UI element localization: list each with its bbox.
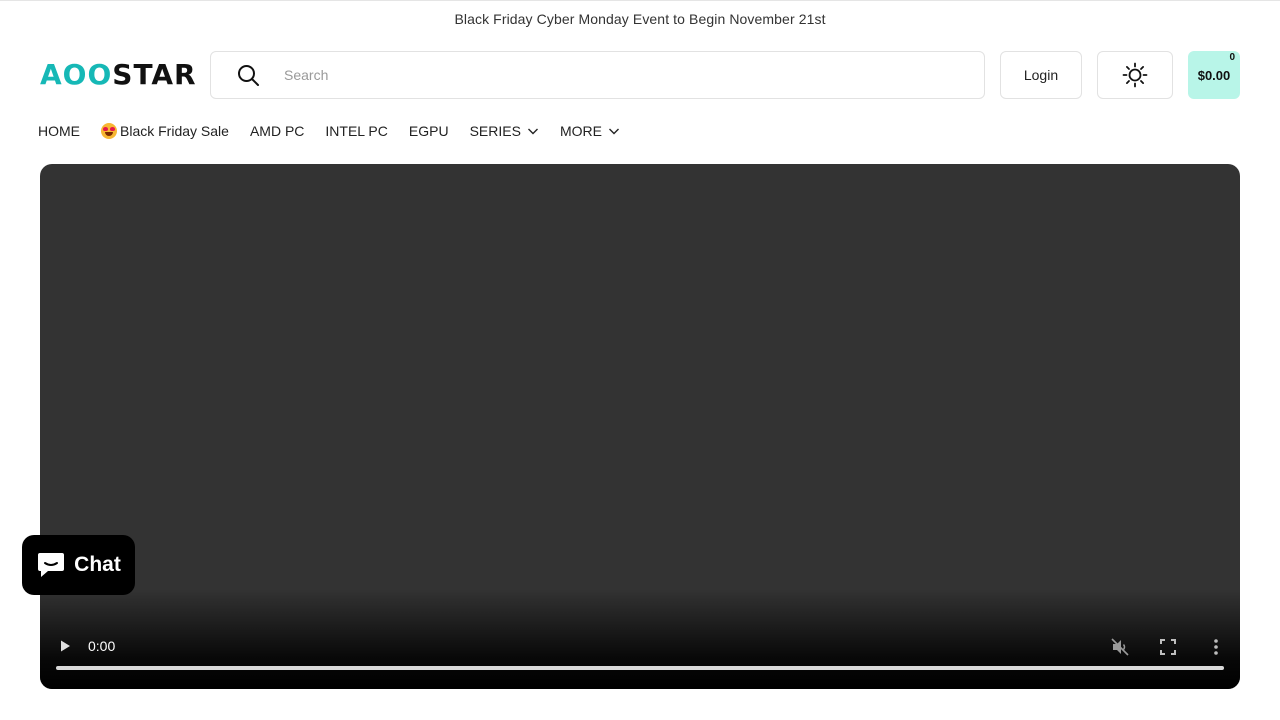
video-progress-bar[interactable]: [56, 666, 1224, 670]
cart-button[interactable]: $0.00 0: [1188, 51, 1240, 99]
cart-total: $0.00: [1197, 67, 1231, 83]
more-vert-icon[interactable]: [1208, 637, 1224, 657]
chat-button[interactable]: Chat: [22, 535, 135, 595]
nav-label: INTEL PC: [325, 123, 388, 139]
login-label: Login: [1023, 67, 1059, 83]
chevron-down-icon: [608, 128, 619, 135]
nav-label: HOME: [38, 123, 80, 139]
chevron-down-icon: [527, 128, 538, 135]
chat-bubble-icon: [38, 553, 65, 577]
nav-item-home[interactable]: HOME: [38, 123, 80, 139]
chat-label: Chat: [74, 553, 121, 576]
hero-video-player[interactable]: 0:00: [40, 164, 1240, 689]
sun-icon: [1122, 62, 1148, 88]
star-eyes-emoji-icon: [101, 123, 117, 139]
nav-label: EGPU: [408, 123, 449, 139]
nav-label: SERIES: [469, 123, 521, 139]
logo-part-dark: STAR: [112, 58, 197, 91]
fullscreen-icon[interactable]: [1159, 638, 1177, 656]
logo[interactable]: AOOSTAR: [40, 60, 197, 90]
logo-part-teal: AOO: [40, 58, 113, 91]
video-time: 0:00: [88, 638, 116, 654]
announcement-bar: Black Friday Cyber Monday Event to Begin…: [0, 0, 1280, 36]
main-nav: HOME Black Friday Sale AMD PC INTEL PC E…: [38, 114, 641, 148]
login-button[interactable]: Login: [1000, 51, 1082, 99]
announcement-text: Black Friday Cyber Monday Event to Begin…: [454, 10, 826, 27]
nav-item-series[interactable]: SERIES: [470, 123, 539, 139]
nav-item-intel-pc[interactable]: INTEL PC: [325, 123, 388, 139]
video-controls: 0:00: [40, 629, 1240, 689]
search-input[interactable]: [284, 67, 944, 83]
mute-icon[interactable]: [1110, 637, 1130, 657]
nav-label: AMD PC: [249, 123, 305, 139]
nav-label: MORE: [559, 123, 602, 139]
nav-item-egpu[interactable]: EGPU: [409, 123, 449, 139]
cart-count-badge: 0: [1229, 52, 1235, 63]
play-icon[interactable]: [58, 639, 72, 653]
search-icon: [238, 65, 259, 86]
header: AOOSTAR Login $0.00 0: [0, 36, 1280, 114]
nav-item-more[interactable]: MORE: [560, 123, 620, 139]
theme-toggle-button[interactable]: [1097, 51, 1173, 99]
nav-item-amd-pc[interactable]: AMD PC: [250, 123, 304, 139]
search-box[interactable]: [210, 51, 985, 99]
nav-item-black-friday-sale[interactable]: Black Friday Sale: [101, 123, 229, 139]
nav-label: Black Friday Sale: [120, 123, 229, 139]
